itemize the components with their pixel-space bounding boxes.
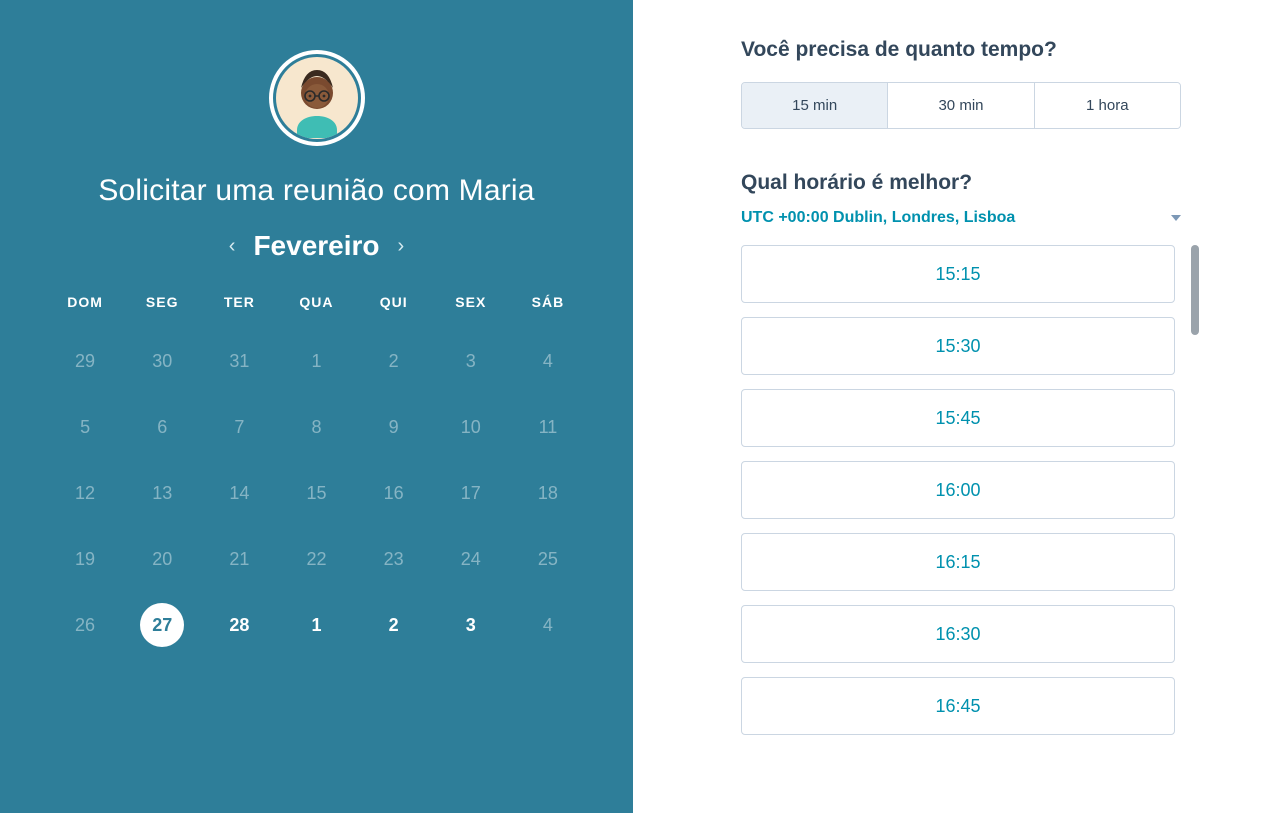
calendar-day: 4 <box>509 592 586 658</box>
calendar-day: 29 <box>47 328 124 394</box>
page-title: Solicitar uma reunião com Maria <box>98 174 534 208</box>
calendar-day: 3 <box>432 328 509 394</box>
duration-question: Você precisa de quanto tempo? <box>741 38 1236 62</box>
weekday-label: SEX <box>432 294 509 328</box>
calendar-day: 1 <box>278 328 355 394</box>
calendar-day[interactable]: 1 <box>278 592 355 658</box>
timezone-select[interactable]: UTC +00:00 Dublin, Londres, Lisboa <box>741 209 1181 227</box>
weekday-label: TER <box>201 294 278 328</box>
calendar-day: 22 <box>278 526 355 592</box>
calendar-day: 23 <box>355 526 432 592</box>
calendar-day[interactable]: 28 <box>201 592 278 658</box>
calendar-day: 14 <box>201 460 278 526</box>
calendar-day: 6 <box>124 394 201 460</box>
calendar-day: 16 <box>355 460 432 526</box>
calendar-day: 2 <box>355 328 432 394</box>
time-slots-wrap: 15:15 15:30 15:45 16:00 16:15 16:30 16:45 <box>741 245 1199 765</box>
time-slot[interactable]: 16:45 <box>741 677 1175 735</box>
calendar-day: 19 <box>47 526 124 592</box>
calendar-day: 18 <box>509 460 586 526</box>
calendar-panel: Solicitar uma reunião com Maria ‹ Fevere… <box>0 0 633 813</box>
time-slots-list[interactable]: 15:15 15:30 15:45 16:00 16:15 16:30 16:45 <box>741 245 1181 765</box>
calendar-day: 12 <box>47 460 124 526</box>
prev-month-button[interactable]: ‹ <box>229 236 236 256</box>
next-month-button[interactable]: › <box>398 236 405 256</box>
month-nav: ‹ Fevereiro › <box>229 230 404 262</box>
duration-selector: 15 min30 min1 hora <box>741 82 1181 129</box>
caret-down-icon <box>1171 215 1181 221</box>
calendar-day: 4 <box>509 328 586 394</box>
calendar-day: 26 <box>47 592 124 658</box>
duration-option[interactable]: 15 min <box>742 83 888 128</box>
weekday-label: SEG <box>124 294 201 328</box>
calendar-day: 15 <box>278 460 355 526</box>
time-slot[interactable]: 16:30 <box>741 605 1175 663</box>
weekday-label: DOM <box>47 294 124 328</box>
calendar-day: 25 <box>509 526 586 592</box>
calendar-day[interactable]: 27 <box>124 592 201 658</box>
avatar-image <box>276 57 358 139</box>
calendar-day: 31 <box>201 328 278 394</box>
avatar <box>269 50 365 146</box>
calendar-day: 24 <box>432 526 509 592</box>
calendar-day: 5 <box>47 394 124 460</box>
time-panel: Você precisa de quanto tempo? 15 min30 m… <box>633 0 1280 813</box>
weekday-label: QUA <box>278 294 355 328</box>
time-slot[interactable]: 16:00 <box>741 461 1175 519</box>
month-label: Fevereiro <box>253 230 379 262</box>
calendar-day: 8 <box>278 394 355 460</box>
calendar-day: 7 <box>201 394 278 460</box>
calendar-day: 13 <box>124 460 201 526</box>
timezone-label: UTC +00:00 Dublin, Londres, Lisboa <box>741 209 1015 227</box>
scrollbar-track[interactable] <box>1191 245 1199 765</box>
duration-option[interactable]: 1 hora <box>1035 83 1180 128</box>
calendar-day: 17 <box>432 460 509 526</box>
calendar-day: 21 <box>201 526 278 592</box>
calendar-day: 30 <box>124 328 201 394</box>
calendar-day: 9 <box>355 394 432 460</box>
weekday-label: SÁB <box>509 294 586 328</box>
calendar-day: 10 <box>432 394 509 460</box>
time-slot[interactable]: 15:15 <box>741 245 1175 303</box>
calendar: DOMSEGTERQUAQUISEXSÁB 293031123456789101… <box>47 294 587 658</box>
time-slot[interactable]: 15:45 <box>741 389 1175 447</box>
calendar-day: 11 <box>509 394 586 460</box>
calendar-day: 20 <box>124 526 201 592</box>
duration-option[interactable]: 30 min <box>888 83 1034 128</box>
calendar-day[interactable]: 2 <box>355 592 432 658</box>
time-question: Qual horário é melhor? <box>741 171 1236 195</box>
time-slot[interactable]: 16:15 <box>741 533 1175 591</box>
weekday-label: QUI <box>355 294 432 328</box>
scrollbar-thumb[interactable] <box>1191 245 1199 335</box>
calendar-day[interactable]: 3 <box>432 592 509 658</box>
time-slot[interactable]: 15:30 <box>741 317 1175 375</box>
